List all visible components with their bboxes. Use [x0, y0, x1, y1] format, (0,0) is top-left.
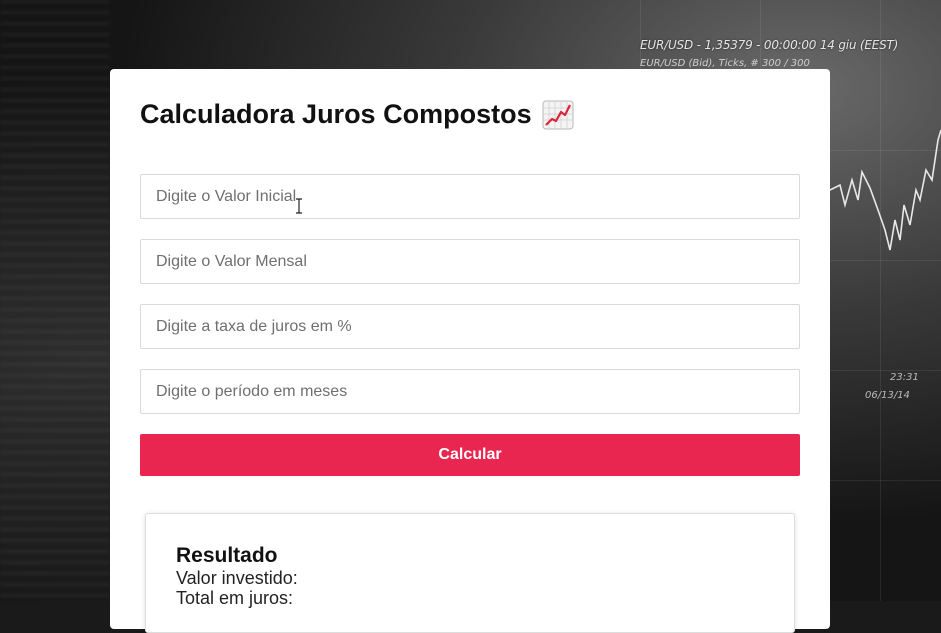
interest-rate-input[interactable] — [140, 304, 800, 349]
result-panel: Resultado Valor investido: Total em juro… — [145, 513, 795, 633]
chart-increasing-icon — [542, 100, 574, 130]
background-ticker-text: EUR/USD - 1,35379 - 00:00:00 14 giu (EES… — [640, 38, 899, 52]
calculator-card: Calculadora Juros Compostos Calcular Res… — [110, 69, 830, 633]
background-date-label: 06/13/14 — [865, 390, 910, 401]
page-title: Calculadora Juros Compostos — [140, 99, 574, 130]
period-input[interactable] — [140, 369, 800, 414]
result-heading: Resultado — [176, 544, 278, 567]
background-blur-column — [0, 0, 110, 601]
text-cursor-icon — [296, 198, 302, 214]
background-grid-line — [880, 0, 881, 601]
background-ticker-subtext: EUR/USD (Bid), Ticks, # 300 / 300 — [640, 58, 810, 69]
background-time-label: 23:31 — [890, 372, 919, 383]
invested-value-label: Valor investido: — [176, 568, 298, 588]
initial-value-input[interactable] — [140, 174, 800, 219]
page-title-text: Calculadora Juros Compostos — [140, 99, 532, 129]
total-interest-label: Total em juros: — [176, 588, 294, 608]
monthly-value-input[interactable] — [140, 239, 800, 284]
calculate-button[interactable]: Calcular — [140, 434, 800, 476]
